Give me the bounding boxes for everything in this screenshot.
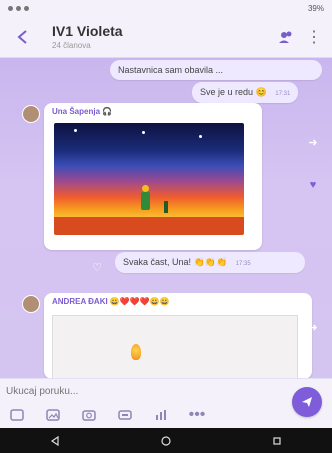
- avatar[interactable]: [22, 105, 40, 123]
- send-button[interactable]: [292, 387, 322, 417]
- contacts-button[interactable]: [274, 25, 298, 49]
- star-icon: [142, 131, 145, 134]
- camera-button[interactable]: [78, 407, 100, 423]
- star-icon: [74, 129, 77, 132]
- camera-icon: [82, 410, 96, 421]
- message-time-2: 17:31: [275, 91, 291, 97]
- system-navigation-bar: [0, 428, 332, 453]
- menu-dots-icon: ⋮: [306, 28, 322, 46]
- poll-button[interactable]: [150, 407, 172, 423]
- contacts-icon: [279, 31, 292, 43]
- message-input[interactable]: [6, 383, 286, 399]
- share-button[interactable]: ➜: [304, 133, 322, 151]
- back-nav-button[interactable]: [44, 430, 66, 452]
- composer: •••: [0, 378, 332, 428]
- recent-nav-icon: [273, 436, 281, 445]
- emoji-button[interactable]: [6, 407, 28, 423]
- poll-icon: [156, 410, 166, 420]
- chat-title-block[interactable]: IV1 Violeta 24 članova: [52, 23, 274, 50]
- home-nav-icon: [161, 435, 171, 446]
- share-icon: ➜: [308, 136, 318, 149]
- image-icon: [16, 5, 21, 11]
- settings-icon: [24, 5, 29, 11]
- recent-nav-button[interactable]: [266, 430, 288, 452]
- painted-flower: [164, 201, 168, 213]
- chat-header: IV1 Violeta 24 članova ⋮: [0, 16, 332, 58]
- drawing-image[interactable]: [52, 315, 298, 378]
- message-text-3: Svaka čast, Una! 👏👏👏: [123, 257, 228, 267]
- drawing-mark: [131, 344, 141, 360]
- incoming-image-card-1[interactable]: Una Šapenja 🎧: [44, 103, 262, 250]
- gif-button[interactable]: [114, 407, 136, 423]
- send-icon: [302, 397, 312, 407]
- gallery-icon: [46, 409, 60, 421]
- composer-toolbar: •••: [6, 406, 208, 423]
- sunset-painting-image[interactable]: [54, 123, 244, 235]
- message-text-2: Sve je u redu 😊: [200, 87, 267, 97]
- back-nav-icon: [51, 435, 59, 446]
- message-bubble-2[interactable]: Sve je u redu 😊 17:31: [192, 82, 299, 103]
- star-icon: [199, 135, 202, 138]
- more-icon: •••: [188, 406, 206, 423]
- chat-title: IV1 Violeta: [52, 23, 123, 39]
- heart-outline-icon: ♡: [92, 261, 102, 274]
- menu-button[interactable]: ⋮: [306, 27, 322, 47]
- home-nav-button[interactable]: [155, 430, 177, 452]
- status-bar: 39%: [0, 0, 332, 16]
- gif-icon: [118, 410, 132, 420]
- gallery-button[interactable]: [42, 407, 64, 423]
- sender-name-1: Una Šapenja 🎧: [52, 107, 113, 116]
- like-button[interactable]: ♥: [304, 176, 322, 194]
- figure-body: [141, 192, 150, 210]
- share-button[interactable]: ➜: [304, 318, 322, 336]
- incoming-image-card-2[interactable]: ANDREA ĐAKI 😀❤️❤️❤️😀😀: [44, 293, 312, 378]
- message-time-3: 17:35: [235, 261, 251, 267]
- back-arrow-icon: [17, 29, 27, 44]
- figure-head: [142, 185, 149, 192]
- message-bubble-1[interactable]: Nastavnica sam obavila ...: [110, 60, 322, 80]
- share-icon: ➜: [308, 321, 318, 334]
- avatar[interactable]: [22, 295, 40, 313]
- heart-icon: ♥: [309, 179, 317, 191]
- signal-icon: [8, 5, 13, 11]
- message-text-1: Nastavnica sam obavila ...: [118, 65, 224, 75]
- back-button[interactable]: [10, 24, 36, 50]
- status-left: [8, 5, 29, 11]
- painted-ground: [54, 217, 244, 235]
- sender-name-2: ANDREA ĐAKI 😀❤️❤️❤️😀😀: [52, 297, 170, 306]
- emoji-icon: [10, 409, 24, 421]
- message-bubble-3[interactable]: Svaka čast, Una! 👏👏👏 17:35: [115, 252, 305, 273]
- chat-area[interactable]: Nastavnica sam obavila ... Sve je u redu…: [0, 58, 332, 378]
- chat-subtitle: 24 članova: [52, 41, 91, 50]
- painted-figure: [139, 185, 151, 213]
- battery-text: 39%: [307, 3, 324, 13]
- more-button[interactable]: •••: [186, 406, 208, 423]
- reaction-button[interactable]: ♡: [88, 258, 106, 276]
